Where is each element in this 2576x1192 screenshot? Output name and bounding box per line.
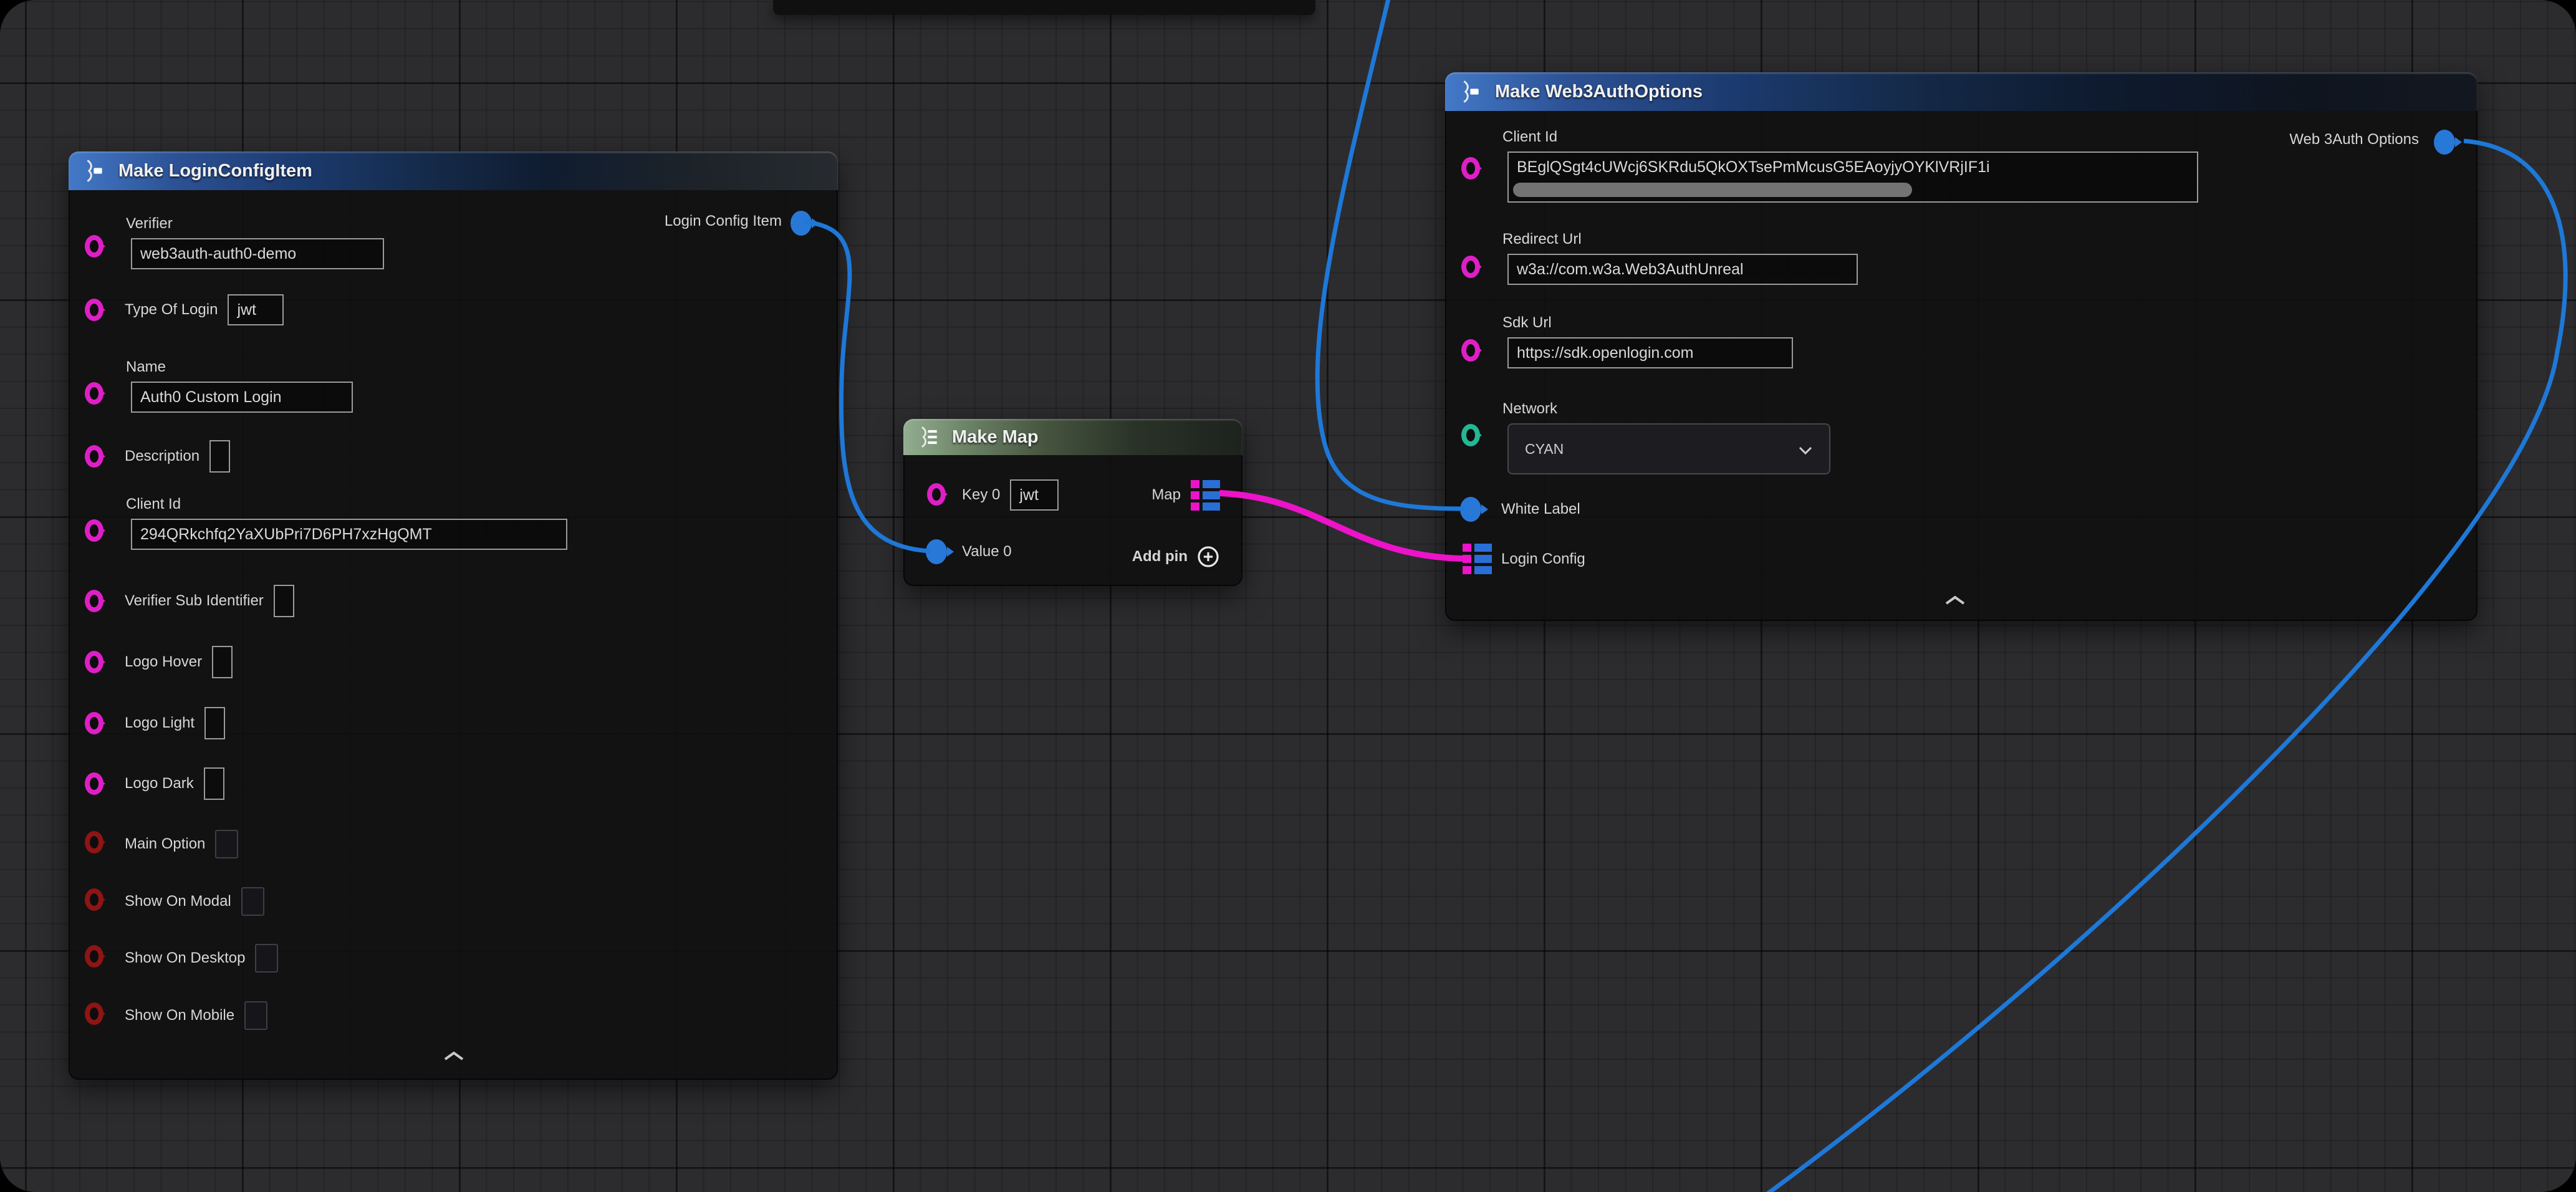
chevron-down-icon	[1798, 446, 1813, 455]
input-pin-client-id[interactable]	[1461, 157, 1480, 180]
make-struct-icon	[1459, 79, 1484, 104]
collapse-arrow-icon[interactable]	[443, 1050, 465, 1062]
output-pin-map[interactable]	[1191, 480, 1220, 511]
node-title: Make LoginConfigItem	[118, 161, 312, 181]
input-pin-verifier-sub-identifier[interactable]	[85, 590, 103, 612]
node-make-loginconfigitem[interactable]: Make LoginConfigItem Login Config Item V…	[69, 151, 838, 1080]
field-label: Redirect Url	[1502, 231, 1858, 248]
offscreen-node-bottom[interactable]	[773, 0, 1315, 15]
input-pin-show-on-mobile[interactable]	[85, 1002, 103, 1025]
field-label: Description	[125, 448, 199, 465]
field-label: Key 0	[962, 486, 1000, 504]
main-option-checkbox[interactable]	[215, 830, 238, 858]
node-title: Make Map	[952, 427, 1039, 448]
node-header-make-loginconfigitem[interactable]: Make LoginConfigItem	[69, 151, 838, 190]
verifier-sub-identifier-input[interactable]	[274, 585, 294, 617]
type-of-login-input[interactable]: jwt	[228, 294, 284, 325]
input-pin-value0[interactable]	[926, 539, 947, 564]
blueprint-graph-canvas[interactable]: Make LoginConfigItem Login Config Item V…	[0, 0, 2576, 1192]
logo-hover-input[interactable]	[212, 646, 233, 678]
show-on-desktop-checkbox[interactable]	[255, 944, 278, 973]
input-pin-show-on-desktop[interactable]	[85, 945, 103, 968]
verifier-input[interactable]: web3auth-auth0-demo	[131, 238, 384, 269]
field-label: White Label	[1501, 501, 1580, 518]
input-pin-key0[interactable]	[927, 483, 946, 506]
field-label: Show On Modal	[125, 893, 231, 910]
input-pin-white-label[interactable]	[1460, 497, 1481, 522]
logo-dark-input[interactable]	[204, 767, 224, 800]
field-label: Login Config	[1501, 550, 1585, 568]
client-id-scrollbar[interactable]	[1513, 183, 1912, 197]
field-label: Type Of Login	[125, 301, 218, 319]
collapse-arrow-icon[interactable]	[1944, 595, 1966, 606]
input-pin-client-id[interactable]	[85, 519, 103, 542]
input-pin-show-on-modal[interactable]	[85, 888, 103, 911]
node-make-web3authoptions[interactable]: Make Web3AuthOptions Web 3Auth Options C…	[1445, 72, 2477, 621]
field-label: Logo Light	[125, 714, 195, 732]
output-pin-label: Login Config Item	[665, 213, 782, 230]
node-title: Make Web3AuthOptions	[1495, 82, 1703, 102]
input-pin-description[interactable]	[85, 445, 103, 468]
input-pin-redirect-url[interactable]	[1461, 256, 1480, 278]
client-id-input[interactable]: BEglQSgt4cUWcj6SKRdu5QkOXTsePmMcusG5EAoy…	[1507, 151, 2198, 203]
input-pin-network[interactable]	[1461, 424, 1480, 446]
node-header-make-web3authoptions[interactable]: Make Web3AuthOptions	[1445, 72, 2477, 111]
input-pin-logo-hover[interactable]	[85, 651, 103, 673]
field-label: Main Option	[125, 835, 205, 853]
input-pin-logo-dark[interactable]	[85, 772, 103, 795]
make-container-icon	[917, 425, 941, 449]
client-id-input[interactable]: 294QRkchfq2YaXUbPri7D6PH7xzHgQMT	[131, 519, 567, 550]
show-on-mobile-checkbox[interactable]	[244, 1001, 267, 1030]
field-label: Show On Mobile	[125, 1007, 234, 1024]
field-label: Network	[1502, 400, 1830, 418]
output-pin-label: Map	[1151, 486, 1181, 504]
field-label: Verifier Sub Identifier	[125, 592, 264, 610]
field-label: Logo Dark	[125, 775, 194, 792]
key0-input[interactable]: jwt	[1010, 479, 1059, 511]
field-label: Client Id	[1502, 128, 2198, 146]
redirect-url-input[interactable]: w3a://com.w3a.Web3AuthUnreal	[1507, 254, 1858, 285]
logo-light-input[interactable]	[204, 707, 225, 739]
description-input[interactable]	[209, 440, 230, 473]
add-pin-button[interactable]: Add pin	[1132, 541, 1220, 573]
input-pin-sdk-url[interactable]	[1461, 339, 1480, 362]
show-on-modal-checkbox[interactable]	[241, 887, 264, 916]
output-pin-login-config-item[interactable]	[791, 211, 812, 236]
network-dropdown[interactable]: CYAN	[1507, 423, 1830, 474]
input-pin-name[interactable]	[85, 382, 103, 405]
output-pin-web3auth-options[interactable]	[2434, 130, 2455, 155]
add-pin-plus-icon	[1196, 545, 1220, 569]
network-selected-value: CYAN	[1525, 441, 1564, 458]
wire-top-to-white-label[interactable]	[1317, 0, 1464, 509]
field-label: Sdk Url	[1502, 314, 1793, 332]
field-label: Logo Hover	[125, 653, 202, 671]
node-header-make-map[interactable]: Make Map	[903, 419, 1242, 455]
name-input[interactable]: Auth0 Custom Login	[131, 382, 353, 413]
field-label: Name	[126, 358, 353, 376]
field-label: Show On Desktop	[125, 949, 245, 967]
input-pin-verifier[interactable]	[85, 235, 103, 257]
input-pin-type-of-login[interactable]	[85, 299, 103, 321]
input-pin-main-option[interactable]	[85, 831, 103, 853]
sdk-url-input[interactable]: https://sdk.openlogin.com	[1507, 337, 1793, 368]
wire-makemap-to-login-config[interactable]	[1219, 493, 1463, 559]
input-pin-logo-light[interactable]	[85, 712, 103, 734]
field-label: Client Id	[126, 496, 567, 513]
node-make-map[interactable]: Make Map Key 0 jwt Map Value 0 Add pin	[903, 419, 1242, 586]
field-label: Verifier	[126, 215, 384, 233]
field-label: Value 0	[962, 543, 1012, 560]
output-pin-label: Web 3Auth Options	[2289, 131, 2419, 148]
make-struct-icon	[82, 158, 107, 183]
